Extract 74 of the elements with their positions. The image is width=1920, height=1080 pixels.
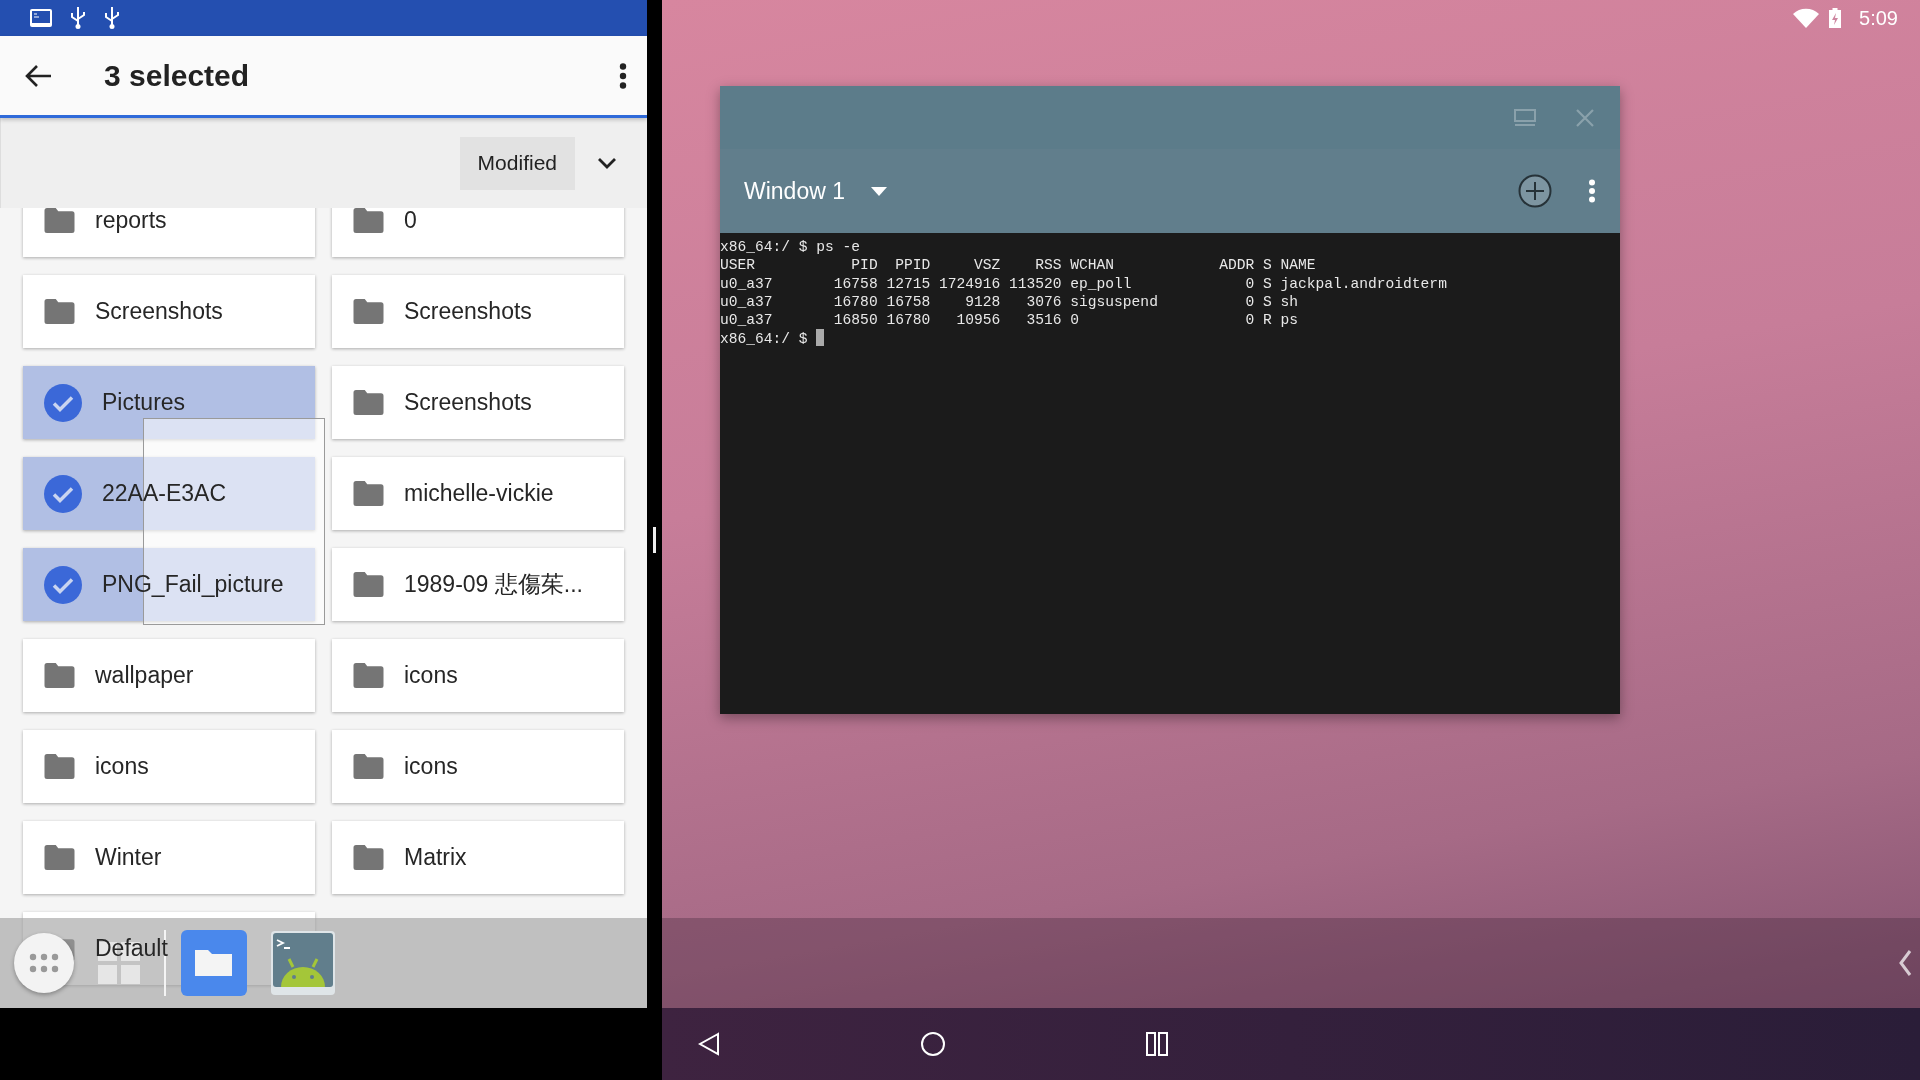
folder-item[interactable]: wallpaper bbox=[23, 639, 315, 712]
folder-icon bbox=[353, 299, 384, 324]
folder-name: 22AA-E3AC bbox=[102, 480, 226, 507]
folder-item[interactable]: Matrix bbox=[332, 821, 624, 894]
folder-item[interactable]: icons bbox=[332, 730, 624, 803]
new-window-button[interactable] bbox=[1518, 174, 1552, 208]
folder-name: 0 bbox=[404, 208, 417, 234]
folder-name: wallpaper bbox=[95, 662, 194, 689]
folder-name: icons bbox=[404, 753, 458, 780]
folder-icon bbox=[44, 208, 75, 233]
folder-item[interactable]: Winter bbox=[23, 821, 315, 894]
folder-name: Screenshots bbox=[404, 298, 532, 325]
folder-name: michelle-vickie bbox=[404, 480, 554, 507]
back-nav-button[interactable] bbox=[698, 1032, 720, 1056]
folder-icon bbox=[44, 754, 75, 779]
folder-item[interactable]: Pictures bbox=[23, 366, 315, 439]
usb-icon bbox=[104, 7, 120, 29]
folder-item[interactable]: PNG_Fail_picture bbox=[23, 548, 315, 621]
folder-item[interactable]: Screenshots bbox=[332, 366, 624, 439]
recents-nav-button[interactable] bbox=[1146, 1032, 1168, 1056]
android-terminal-app-icon[interactable] bbox=[271, 931, 335, 995]
folder-item[interactable]: icons bbox=[23, 730, 315, 803]
more-options-button[interactable] bbox=[619, 62, 627, 89]
folder-name: icons bbox=[404, 662, 458, 689]
folder-item[interactable]: reports bbox=[23, 208, 315, 257]
terminal-line: USER PID PPID VSZ RSS WCHAN ADDR S NAME bbox=[720, 256, 1317, 275]
folder-icon bbox=[353, 663, 384, 688]
folder-item[interactable]: 22AA-E3AC bbox=[23, 457, 315, 530]
folder-icon bbox=[353, 754, 384, 779]
sort-button[interactable]: Modified bbox=[459, 136, 575, 190]
folder-item[interactable]: 0 bbox=[332, 208, 624, 257]
folder-icon bbox=[353, 572, 384, 597]
folder-item[interactable]: Screenshots bbox=[332, 275, 624, 348]
folder-icon bbox=[353, 208, 384, 233]
folder-name: Matrix bbox=[404, 844, 467, 871]
folder-name: 1989-09 悲傷茱... bbox=[404, 570, 583, 599]
terminal-icon bbox=[30, 9, 52, 27]
wifi-icon bbox=[1793, 8, 1820, 28]
folder-name: reports bbox=[95, 208, 167, 234]
terminal-line: x86_64:/ $ ps -e bbox=[720, 238, 862, 257]
dots-icon bbox=[28, 953, 60, 973]
folder-icon bbox=[353, 390, 384, 415]
folder-name: Pictures bbox=[102, 389, 186, 416]
battery-icon bbox=[1829, 8, 1842, 28]
home-nav-button[interactable] bbox=[920, 1031, 946, 1057]
folder-name: icons bbox=[95, 753, 149, 780]
terminal-line: u0_a37 16780 16758 9128 3076 sigsuspend 0 S sh bbox=[720, 292, 1299, 312]
folder-item[interactable]: michelle-vickie bbox=[332, 457, 624, 530]
folder-name: Winter bbox=[95, 844, 162, 871]
usb-icon bbox=[70, 7, 86, 29]
split-handle[interactable] bbox=[653, 527, 656, 553]
folder-icon bbox=[353, 845, 384, 870]
clock: 5:09 bbox=[1859, 6, 1898, 30]
sort-direction-button[interactable] bbox=[597, 157, 617, 169]
terminal-line: u0_a37 16850 16780 10956 3516 0 0 R ps bbox=[720, 311, 1299, 330]
folder-icon bbox=[44, 299, 75, 324]
folder-name: Screenshots bbox=[404, 389, 532, 416]
folder-item[interactable]: Screenshots bbox=[23, 275, 315, 348]
back-button[interactable] bbox=[24, 63, 52, 88]
folder-icon bbox=[44, 663, 75, 688]
caret-icon bbox=[871, 186, 887, 196]
chevron-left-icon[interactable] bbox=[1898, 950, 1912, 976]
folder-name: PNG_Fail_picture bbox=[102, 571, 284, 598]
terminal-line: u0_a37 16758 12715 1724916 113520 ep_poll 0 S jackpal.androidterm bbox=[720, 274, 1448, 293]
selection-title: 3 selected bbox=[104, 58, 251, 93]
terminal-prompt: x86_64:/ $ bbox=[720, 329, 1620, 349]
folder-item[interactable]: 1989-09 悲傷茱... bbox=[332, 548, 624, 621]
folder-name: Default bbox=[95, 935, 168, 962]
app-drawer-button[interactable] bbox=[14, 933, 74, 993]
folder-icon bbox=[353, 481, 384, 506]
folder-item[interactable]: icons bbox=[332, 639, 624, 712]
folder-icon bbox=[44, 845, 75, 870]
folder-app-icon[interactable] bbox=[181, 930, 247, 996]
folder-name: Screenshots bbox=[95, 298, 223, 325]
